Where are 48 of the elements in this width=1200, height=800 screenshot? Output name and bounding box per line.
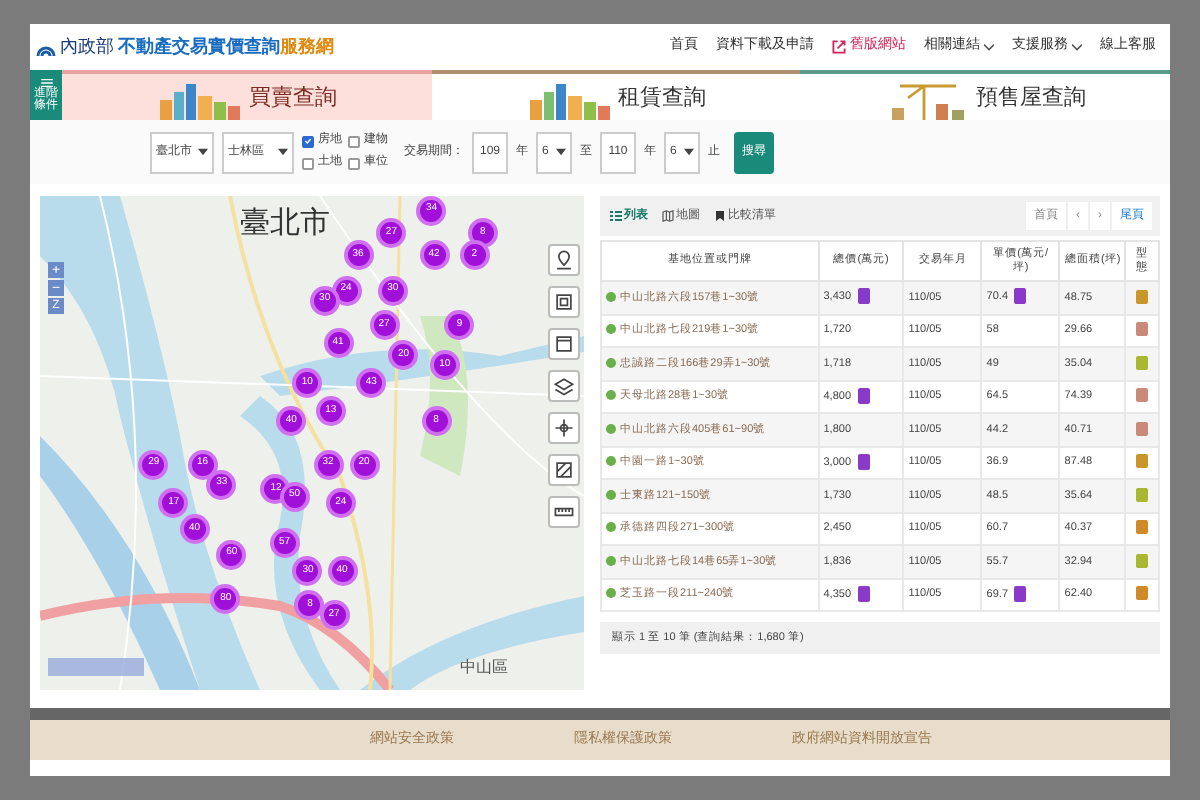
external-link-icon	[832, 40, 846, 54]
check-icon	[304, 136, 312, 146]
expand-icon[interactable]	[606, 456, 616, 467]
caret-icon	[684, 148, 694, 156]
info-marker-icon[interactable]	[1014, 585, 1027, 602]
map-tool-button[interactable]	[548, 370, 580, 402]
city-label: 臺北市	[240, 204, 330, 244]
expand-icon[interactable]	[606, 588, 616, 599]
checkbox[interactable]	[348, 135, 360, 147]
site-title: 不動產交易實價查詢服務網	[118, 33, 334, 60]
checkbox[interactable]	[348, 157, 360, 169]
caret-icon	[556, 148, 566, 156]
map-tool-button[interactable]	[548, 496, 580, 528]
buildings-icon	[526, 80, 614, 120]
query-tab[interactable]: 買賣查詢	[62, 70, 432, 120]
frame-icon	[552, 290, 576, 314]
expand-icon[interactable]	[606, 390, 616, 401]
list-icon	[610, 210, 622, 222]
info-marker-icon[interactable]	[857, 453, 870, 470]
info-marker-icon[interactable]	[857, 288, 870, 305]
query-tab[interactable]: 租賃查詢	[431, 70, 801, 120]
expand-icon[interactable]	[606, 324, 616, 335]
checkbox[interactable]	[302, 157, 314, 169]
map-tool-button[interactable]	[548, 328, 580, 360]
caret-icon	[198, 148, 208, 156]
ministry-name: 內政部	[60, 33, 114, 60]
chevron-down-icon	[1072, 43, 1082, 51]
map-tool-button[interactable]	[548, 286, 580, 318]
info-marker-icon[interactable]	[1014, 288, 1027, 305]
map-icon	[662, 210, 674, 222]
info-marker-icon[interactable]	[857, 585, 870, 602]
district-label: 中山區	[460, 656, 508, 680]
pin-icon	[552, 248, 576, 272]
crosshair-icon	[552, 416, 576, 440]
caret-icon	[278, 148, 288, 156]
buildings-icon	[156, 80, 245, 120]
chevron-down-icon	[984, 43, 994, 51]
query-tab[interactable]: 預售屋查詢	[800, 70, 1171, 120]
expand-icon[interactable]	[606, 522, 616, 533]
map-tool-button[interactable]	[548, 412, 580, 444]
info-marker-icon[interactable]	[857, 387, 870, 404]
map-tool-button[interactable]	[548, 454, 580, 486]
checkbox[interactable]	[302, 135, 314, 147]
map-tool-button[interactable]	[548, 244, 580, 276]
scale-bar	[48, 658, 144, 676]
layers-icon	[552, 374, 576, 398]
compare-icon	[714, 210, 726, 222]
sliders-icon	[39, 77, 53, 88]
